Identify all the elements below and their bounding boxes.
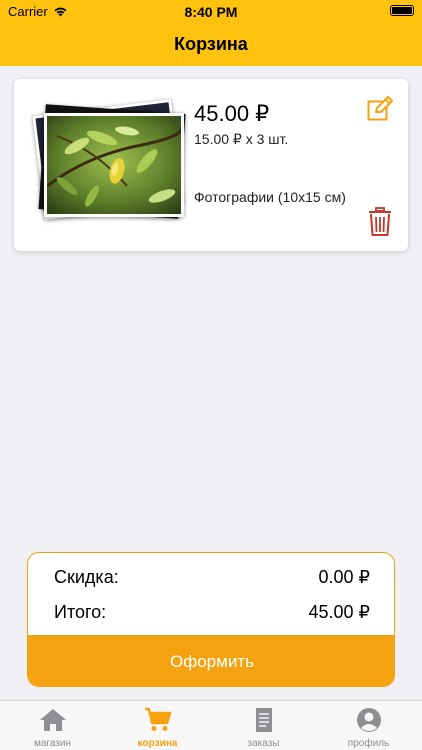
trash-icon[interactable]: [368, 207, 392, 237]
edit-icon[interactable]: [367, 96, 393, 122]
item-price: 45.00 ₽: [194, 101, 270, 126]
product-thumbnail[interactable]: [30, 98, 190, 229]
profile-icon: [357, 708, 381, 732]
tab-cart[interactable]: корзина: [105, 701, 210, 750]
checkout-button[interactable]: Оформить: [28, 635, 394, 686]
total-label: Итого:: [54, 602, 107, 622]
tab-bar: магазин корзина заказы профиль: [0, 700, 422, 750]
cart-item-card: 45.00 ₽ 15.00 ₽ x 3 шт. Фотографии (10x1…: [14, 79, 408, 251]
discount-value: 0.00 ₽: [318, 567, 371, 587]
item-quantity: 15.00 ₽ x 3 шт.: [194, 131, 289, 147]
total-row: Итого: 45.00 ₽: [54, 602, 370, 623]
cart-icon: [145, 707, 172, 731]
tab-profile-label: профиль: [347, 738, 390, 749]
status-bar: Carrier 8:40 PM: [0, 0, 422, 22]
page-title: Корзина: [174, 34, 248, 54]
tab-profile[interactable]: профиль: [316, 701, 421, 750]
header-bar: Carrier 8:40 PM Корзина: [0, 0, 422, 66]
discount-row: Скидка: 0.00 ₽: [54, 567, 370, 588]
total-value: 45.00 ₽: [308, 602, 371, 622]
tab-shop-label: магазин: [33, 738, 71, 749]
photo-image: [44, 113, 184, 217]
tab-cart-label: корзина: [137, 738, 178, 749]
order-summary: Скидка: 0.00 ₽ Итого: 45.00 ₽ Оформить: [27, 552, 395, 687]
tab-orders[interactable]: заказы: [211, 701, 316, 750]
discount-label: Скидка:: [54, 567, 119, 587]
orders-icon: [256, 708, 272, 732]
home-icon: [40, 709, 66, 731]
tab-shop[interactable]: магазин: [0, 701, 105, 750]
tab-orders-label: заказы: [247, 738, 280, 749]
item-product-name: Фотографии (10x15 см): [194, 189, 346, 205]
battery-icon: [390, 5, 414, 16]
status-time: 8:40 PM: [184, 4, 238, 20]
